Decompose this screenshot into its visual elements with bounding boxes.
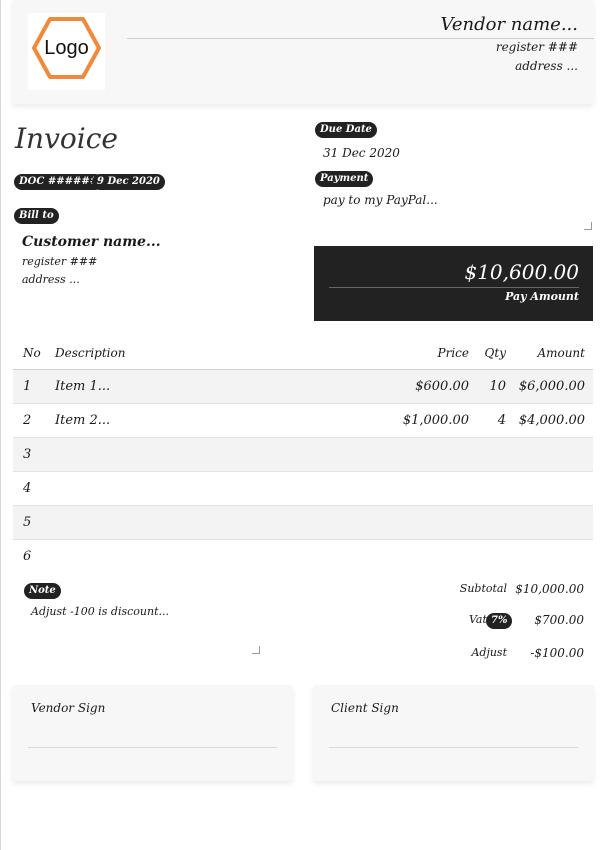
row-price[interactable]: $600.00 [415, 370, 469, 404]
pay-amount-divider [329, 287, 579, 288]
row-no: 3 [23, 447, 32, 462]
adjust-label: Adjust [471, 646, 507, 659]
logo[interactable]: Logo [28, 13, 105, 90]
adjust-value[interactable]: -$100.00 [530, 646, 584, 660]
subtotal-label: Subtotal [459, 582, 507, 595]
items-table: No Description Price Qty Amount 1 Item 1… [13, 337, 593, 574]
subtotal-value: $10,000.00 [515, 582, 584, 596]
payment-resize-handle-icon[interactable] [584, 222, 592, 230]
row-price[interactable]: $1,000.00 [403, 404, 469, 438]
row-description[interactable]: Item 1... [55, 370, 110, 404]
vendor-register[interactable]: register ### [496, 40, 578, 54]
vendor-name[interactable]: Vendor name... [441, 14, 579, 35]
row-no: 2 [23, 413, 32, 428]
table-row[interactable]: 4 [13, 472, 593, 506]
row-no: 6 [23, 549, 32, 564]
payment-field[interactable]: pay to my PayPal... [323, 193, 438, 207]
customer-address[interactable]: address ... [22, 273, 80, 286]
customer-name[interactable]: Customer name... [22, 234, 161, 250]
col-header-no: No [23, 346, 41, 360]
vendor-header: Logo Vendor name... register ### address… [12, 0, 594, 104]
pay-amount-value: $10,600.00 [464, 260, 579, 284]
due-date-label: Due Date [315, 122, 377, 138]
row-no: 1 [23, 379, 32, 394]
col-header-qty: Qty [484, 346, 506, 360]
table-row[interactable]: 2 Item 2... $1,000.00 4 $4,000.00 [13, 404, 593, 438]
row-description[interactable]: Item 2... [55, 404, 110, 438]
due-date-value[interactable]: 31 Dec 2020 [323, 146, 400, 160]
table-header-row: No Description Price Qty Amount [13, 337, 593, 370]
row-amount: $6,000.00 [518, 379, 585, 394]
payment-label: Payment [315, 171, 374, 187]
bill-to-label: Bill to [14, 208, 59, 224]
row-qty[interactable]: 10 [489, 370, 506, 404]
note-field[interactable]: Adjust -100 is discount... [31, 605, 169, 618]
row-no: 5 [23, 515, 32, 530]
header-divider [127, 38, 594, 39]
table-row[interactable]: 3 [13, 438, 593, 472]
vendor-sign-box[interactable]: Vendor Sign [12, 685, 293, 781]
logo-text: Logo [44, 37, 89, 59]
vat-value: $700.00 [534, 613, 584, 627]
vendor-sign-label: Vendor Sign [31, 701, 106, 715]
row-qty[interactable]: 4 [498, 404, 506, 438]
client-sign-label: Client Sign [331, 701, 399, 715]
table-row[interactable]: 1 Item 1... $600.00 10 $6,000.00 [13, 370, 593, 404]
vendor-address[interactable]: address ... [515, 59, 578, 73]
vat-rate-badge[interactable]: 7% [486, 613, 513, 629]
vat-label: Vat [469, 613, 487, 626]
table-row[interactable]: 5 [13, 506, 593, 540]
pay-amount-label: Pay Amount [505, 290, 579, 303]
vendor-sign-line [28, 747, 277, 748]
pay-amount-box: $10,600.00 Pay Amount [314, 246, 593, 321]
col-header-description: Description [55, 346, 126, 360]
row-amount: $4,000.00 [518, 413, 585, 428]
client-sign-line [329, 747, 578, 748]
col-header-price: Price [437, 346, 469, 360]
doc-date-badge[interactable]: 9 Dec 2020 [92, 174, 165, 190]
doc-number-badge[interactable]: DOC ###### [14, 174, 104, 190]
invoice-title[interactable]: Invoice [15, 122, 118, 155]
row-no: 4 [23, 481, 32, 496]
client-sign-box[interactable]: Client Sign [313, 685, 594, 781]
note-label: Note [24, 583, 61, 599]
table-row[interactable]: 6 [13, 540, 593, 574]
note-resize-handle-icon[interactable] [252, 646, 260, 654]
customer-register[interactable]: register ### [22, 255, 97, 268]
col-header-amount: Amount [537, 346, 585, 360]
